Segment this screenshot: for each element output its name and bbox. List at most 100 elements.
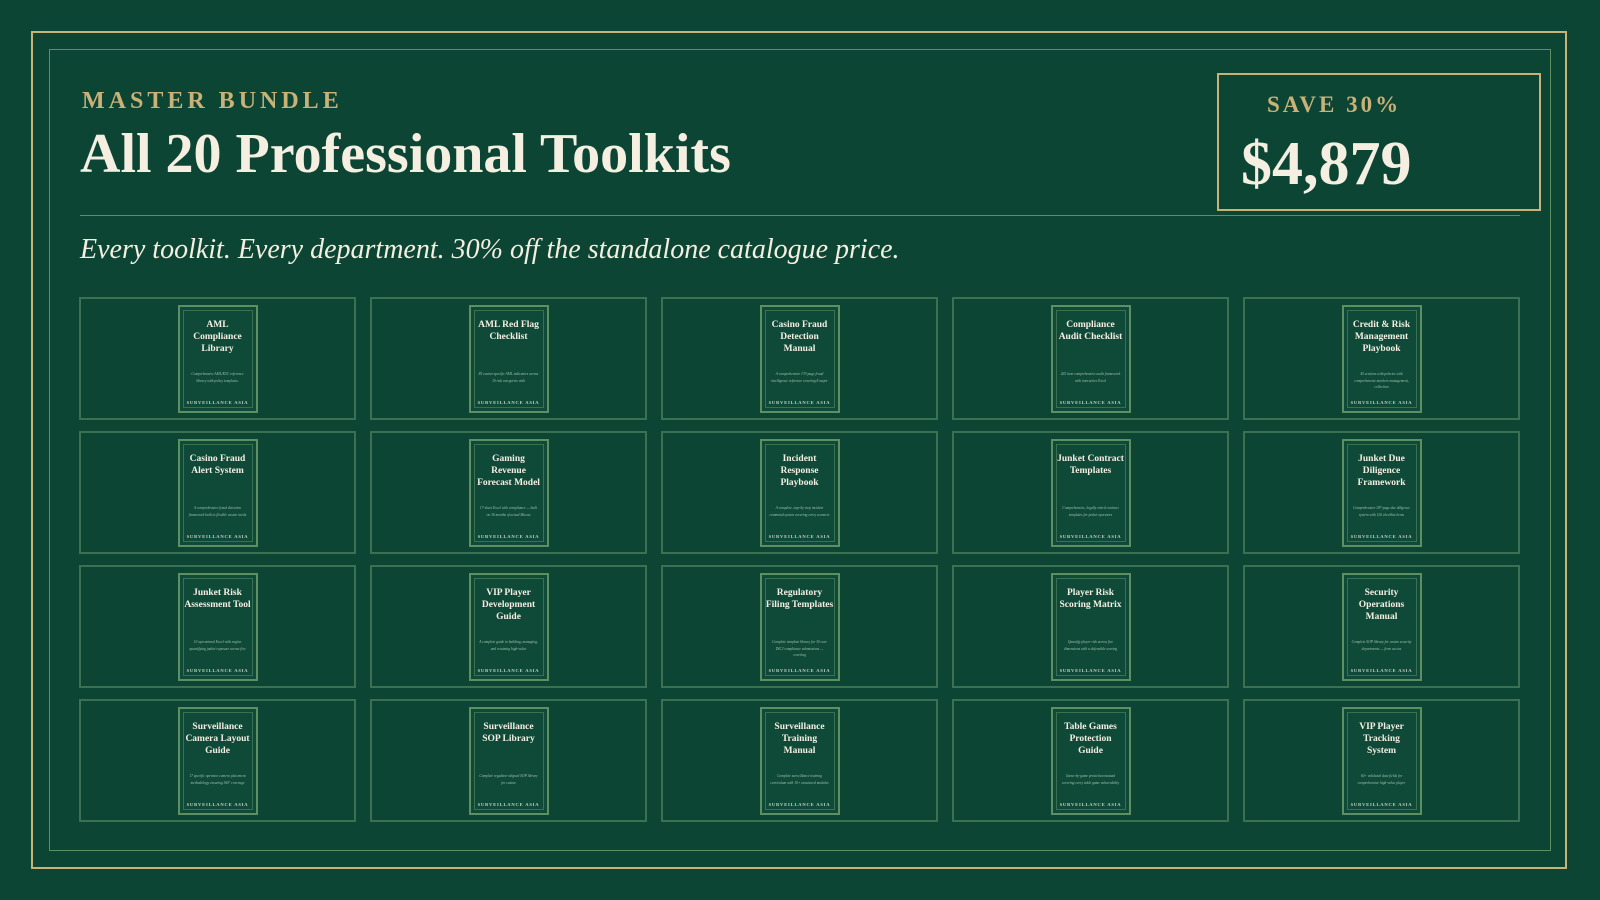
toolkit-card[interactable]: Table Games Protection Guide Game-by-game… bbox=[952, 699, 1229, 822]
book-title: Incident Response Playbook bbox=[780, 454, 819, 488]
book-cover: VIP Player Development Guide A complete g… bbox=[468, 573, 549, 681]
book-brand: SURVEILLANCE ASIA bbox=[1059, 534, 1122, 539]
book-title: Player Risk Scoring Matrix bbox=[1059, 588, 1122, 610]
book-brand: SURVEILLANCE ASIA bbox=[1350, 400, 1413, 405]
book-title: VIP Player Development Guide bbox=[481, 588, 536, 622]
toolkit-card[interactable]: Junket Contract Templates Comprehensive, … bbox=[952, 431, 1229, 554]
book-title: Junket Due Diligence Framework bbox=[1357, 454, 1406, 488]
book-title: Regulatory Filing Templates bbox=[765, 588, 834, 610]
book-brand: SURVEILLANCE ASIA bbox=[1059, 400, 1122, 405]
book-title: Surveillance Camera Layout Guide bbox=[185, 722, 250, 756]
toolkit-grid: AML Compliance Library Comprehensive AML/… bbox=[79, 297, 1520, 822]
book-description: 17-sheet Excel with compliance — built o… bbox=[479, 506, 538, 517]
book-description: Comprehensive 187-page due diligence sys… bbox=[1353, 506, 1410, 517]
book-description: A comprehensive fraud detection framewor… bbox=[188, 506, 247, 517]
toolkit-card[interactable]: VIP Player Tracking System 60+ validated … bbox=[1243, 699, 1520, 822]
book-cover: Security Operations Manual Complete SOP l… bbox=[1341, 573, 1422, 681]
book-description: 10 operational Excel with engine quantif… bbox=[189, 640, 246, 651]
book-title: Junket Risk Assessment Tool bbox=[184, 588, 251, 610]
book-title: AML Compliance Library bbox=[193, 320, 242, 354]
book-description: Complete template library for 30 core DI… bbox=[772, 640, 827, 657]
book-brand: SURVEILLANCE ASIA bbox=[186, 400, 249, 405]
toolkit-card[interactable]: Regulatory Filing Templates Complete temp… bbox=[661, 565, 938, 688]
toolkit-card[interactable]: Player Risk Scoring Matrix Quantify playe… bbox=[952, 565, 1229, 688]
book-cover: Casino Fraud Detection Manual A comprehen… bbox=[759, 305, 840, 413]
book-cover: AML Red Flag Checklist 85 casino-specific… bbox=[468, 305, 549, 413]
book-cover: Junket Risk Assessment Tool 10 operationa… bbox=[177, 573, 258, 681]
book-description: Game-by-game protection manual covering … bbox=[1061, 774, 1120, 785]
book-description: 85 casino-specific AML indicators across… bbox=[478, 372, 539, 383]
price-value: $4,879 bbox=[1241, 130, 1412, 198]
book-description: Comprehensive, legally vetted contract t… bbox=[1062, 506, 1119, 517]
book-cover: Incident Response Playbook A complete, st… bbox=[759, 439, 840, 547]
book-description: Comprehensive AML/KYC reference library … bbox=[191, 372, 244, 383]
book-description: Complete SOP library for casino security… bbox=[1351, 640, 1412, 651]
toolkit-card[interactable]: Casino Fraud Alert System A comprehensive… bbox=[79, 431, 356, 554]
book-cover: Compliance Audit Checklist 265 item compr… bbox=[1050, 305, 1131, 413]
book-brand: SURVEILLANCE ASIA bbox=[477, 802, 540, 807]
page-title: All 20 Professional Toolkits bbox=[80, 123, 731, 185]
save-label: SAVE 30% bbox=[1267, 92, 1402, 117]
book-description: 17 specific operator camera placement me… bbox=[189, 774, 246, 785]
book-brand: SURVEILLANCE ASIA bbox=[1059, 668, 1122, 673]
toolkit-card[interactable]: Gaming Revenue Forecast Model 17-sheet Ex… bbox=[370, 431, 647, 554]
book-cover: Surveillance Training Manual Complete sur… bbox=[759, 707, 840, 815]
book-title: Security Operations Manual bbox=[1358, 588, 1405, 622]
book-title: Gaming Revenue Forecast Model bbox=[477, 454, 540, 488]
toolkit-card[interactable]: VIP Player Development Guide A complete g… bbox=[370, 565, 647, 688]
book-cover: Gaming Revenue Forecast Model 17-sheet Ex… bbox=[468, 439, 549, 547]
book-brand: SURVEILLANCE ASIA bbox=[477, 400, 540, 405]
book-brand: SURVEILLANCE ASIA bbox=[768, 534, 831, 539]
book-title: Surveillance SOP Library bbox=[482, 722, 535, 744]
toolkit-card[interactable]: Surveillance Camera Layout Guide 17 speci… bbox=[79, 699, 356, 822]
book-brand: SURVEILLANCE ASIA bbox=[1350, 668, 1413, 673]
toolkit-card[interactable]: Incident Response Playbook A complete, st… bbox=[661, 431, 938, 554]
book-brand: SURVEILLANCE ASIA bbox=[477, 534, 540, 539]
book-title: VIP Player Tracking System bbox=[1359, 722, 1404, 756]
book-brand: SURVEILLANCE ASIA bbox=[768, 668, 831, 673]
book-brand: SURVEILLANCE ASIA bbox=[477, 668, 540, 673]
book-description: A complete guide to building, managing, … bbox=[479, 640, 538, 651]
book-cover: Junket Contract Templates Comprehensive, … bbox=[1050, 439, 1131, 547]
toolkit-card[interactable]: Surveillance Training Manual Complete sur… bbox=[661, 699, 938, 822]
toolkit-card[interactable]: Compliance Audit Checklist 265 item compr… bbox=[952, 297, 1229, 420]
book-brand: SURVEILLANCE ASIA bbox=[768, 802, 831, 807]
book-description: 60+ validated data fields for comprehens… bbox=[1357, 774, 1406, 785]
book-description: A complete, step-by-step incident comman… bbox=[769, 506, 830, 517]
book-brand: SURVEILLANCE ASIA bbox=[186, 668, 249, 673]
book-cover: AML Compliance Library Comprehensive AML/… bbox=[177, 305, 258, 413]
book-brand: SURVEILLANCE ASIA bbox=[1059, 802, 1122, 807]
book-title: AML Red Flag Checklist bbox=[478, 320, 539, 342]
book-title: Table Games Protection Guide bbox=[1064, 722, 1117, 756]
book-title: Credit & Risk Management Playbook bbox=[1352, 320, 1411, 354]
eyebrow-label: MASTER BUNDLE bbox=[82, 88, 343, 114]
book-description: 45 sections with policies with comprehen… bbox=[1354, 372, 1409, 389]
toolkit-card[interactable]: AML Red Flag Checklist 85 casino-specific… bbox=[370, 297, 647, 420]
book-cover: Player Risk Scoring Matrix Quantify playe… bbox=[1050, 573, 1131, 681]
book-description: A comprehensive 170-page fraud intellige… bbox=[771, 372, 828, 383]
book-title: Junket Contract Templates bbox=[1057, 454, 1124, 476]
book-title: Compliance Audit Checklist bbox=[1058, 320, 1123, 342]
toolkit-card[interactable]: Casino Fraud Detection Manual A comprehen… bbox=[661, 297, 938, 420]
book-cover: Surveillance SOP Library Complete regulat… bbox=[468, 707, 549, 815]
book-brand: SURVEILLANCE ASIA bbox=[1350, 802, 1413, 807]
book-description: Complete surveillance training curriculu… bbox=[770, 774, 829, 785]
book-title: Surveillance Training Manual bbox=[774, 722, 825, 756]
book-cover: Credit & Risk Management Playbook 45 sect… bbox=[1341, 305, 1422, 413]
header-divider bbox=[80, 215, 1520, 216]
toolkit-card[interactable]: Credit & Risk Management Playbook 45 sect… bbox=[1243, 297, 1520, 420]
book-cover: Regulatory Filing Templates Complete temp… bbox=[759, 573, 840, 681]
price-box: SAVE 30% $4,879 bbox=[1217, 73, 1541, 211]
toolkit-card[interactable]: AML Compliance Library Comprehensive AML/… bbox=[79, 297, 356, 420]
book-brand: SURVEILLANCE ASIA bbox=[1350, 534, 1413, 539]
toolkit-card[interactable]: Junket Risk Assessment Tool 10 operationa… bbox=[79, 565, 356, 688]
book-cover: Casino Fraud Alert System A comprehensive… bbox=[177, 439, 258, 547]
book-brand: SURVEILLANCE ASIA bbox=[186, 802, 249, 807]
book-description: 265 item comprehensive audit framework w… bbox=[1060, 372, 1121, 383]
toolkit-card[interactable]: Security Operations Manual Complete SOP l… bbox=[1243, 565, 1520, 688]
book-cover: Surveillance Camera Layout Guide 17 speci… bbox=[177, 707, 258, 815]
book-description: Complete regulator-aligned SOP library f… bbox=[479, 774, 538, 785]
toolkit-card[interactable]: Surveillance SOP Library Complete regulat… bbox=[370, 699, 647, 822]
book-description: Quantify player risk across five dimensi… bbox=[1063, 640, 1118, 651]
toolkit-card[interactable]: Junket Due Diligence Framework Comprehens… bbox=[1243, 431, 1520, 554]
